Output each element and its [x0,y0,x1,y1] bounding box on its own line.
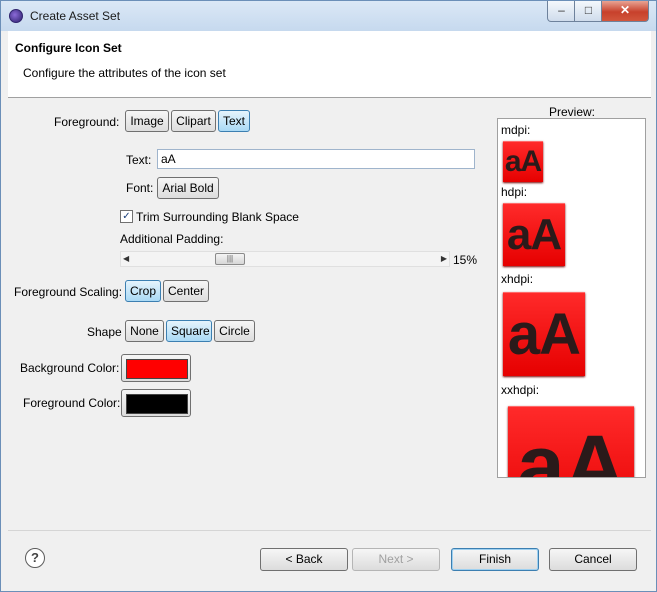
next-button[interactable]: Next > [352,548,440,571]
scaling-crop-button[interactable]: Crop [125,280,161,302]
create-asset-set-dialog: Create Asset Set – □ ✕ Configure Icon Se… [0,0,657,592]
window-title: Create Asset Set [30,9,121,23]
preview-icon-text: aA [507,302,581,367]
slider-thumb[interactable]: ||| [215,253,245,265]
font-label: Font: [126,181,154,195]
scaling-center-button[interactable]: Center [163,280,209,302]
shape-none-button[interactable]: None [125,320,164,342]
preview-icon-mdpi: aA [503,141,543,182]
preview-icon-hdpi: aA [503,203,565,266]
preview-icon-text: aA [506,210,562,259]
wizard-content: Foreground: Image Clipart Text Text: aA … [8,98,651,530]
preview-icon-xxhdpi: aA [508,406,634,478]
page-description: Configure the attributes of the icon set [23,66,226,80]
cancel-button[interactable]: Cancel [549,548,637,571]
trim-label[interactable]: Trim Surrounding Blank Space [136,210,299,224]
preview-icon-text: aA [517,418,626,478]
padding-slider[interactable]: ◀ ||| ▶ [120,251,450,267]
padding-value: 15% [453,253,478,267]
page-title: Configure Icon Set [15,41,122,55]
shape-circle-button[interactable]: Circle [214,320,255,342]
eclipse-icon [9,9,23,23]
foreground-clipart-button[interactable]: Clipart [171,110,216,132]
foreground-color-swatch [126,394,188,414]
background-color-button[interactable] [121,354,191,382]
foreground-color-label: Foreground Color: [23,396,121,410]
help-icon[interactable]: ? [25,548,45,568]
foreground-scaling-label: Foreground Scaling: [14,285,123,299]
close-button[interactable]: ✕ [601,1,649,22]
shape-square-button[interactable]: Square [166,320,212,342]
minimize-button[interactable]: – [547,1,576,22]
foreground-color-button[interactable] [121,389,191,417]
density-label-xxhdpi: xxhdpi: [501,383,540,397]
footer-divider [8,530,651,531]
trim-checkbox[interactable]: ✓ [120,210,133,223]
maximize-button[interactable]: □ [574,1,603,22]
preview-panel: mdpi: aA hdpi: aA xhdpi: aA xxhdpi: aA [497,118,646,478]
preview-label: Preview: [549,105,596,119]
density-label-hdpi: hdpi: [501,185,528,199]
slider-left-arrow-icon[interactable]: ◀ [123,254,129,263]
background-color-label: Background Color: [20,361,120,375]
foreground-image-button[interactable]: Image [125,110,169,132]
text-label: Text: [126,153,152,167]
title-bar[interactable]: Create Asset Set – □ ✕ [1,1,656,31]
background-color-swatch [126,359,188,379]
preview-icon-text: aA [504,145,542,178]
density-label-mdpi: mdpi: [501,123,531,137]
back-button[interactable]: < Back [260,548,348,571]
slider-right-arrow-icon[interactable]: ▶ [441,254,447,263]
shape-label: Shape [87,325,122,339]
font-button[interactable]: Arial Bold [157,177,219,199]
density-label-xhdpi: xhdpi: [501,272,534,286]
finish-button[interactable]: Finish [451,548,539,571]
preview-icon-xhdpi: aA [503,292,585,376]
wizard-header: Configure Icon Set Configure the attribu… [8,31,651,98]
padding-label: Additional Padding: [120,232,224,246]
foreground-text-button[interactable]: Text [218,110,250,132]
foreground-label: Foreground: [54,115,120,129]
text-input[interactable]: aA [157,149,475,169]
